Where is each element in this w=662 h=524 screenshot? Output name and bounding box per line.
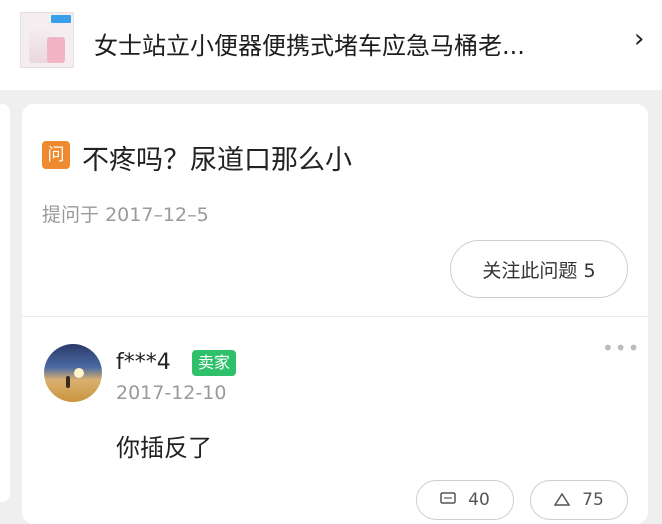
answer-username[interactable]: f***4 — [116, 350, 171, 375]
question-icon: 问 — [42, 141, 70, 169]
like-button[interactable]: 75 — [530, 480, 628, 520]
question-card: 问 不疼吗？尿道口那么小 提问于 2017–12–5 关注此问题 5 f***4… — [22, 104, 648, 524]
answer-date: 2017-12-10 — [116, 382, 227, 404]
product-header[interactable]: 女士站立小便器便携式堵车应急马桶老... › — [0, 0, 662, 90]
avatar[interactable] — [44, 344, 102, 402]
like-count: 75 — [582, 490, 604, 510]
divider — [22, 316, 648, 317]
chevron-right-icon[interactable]: › — [634, 26, 644, 52]
asked-meta: 提问于 2017–12–5 — [42, 200, 209, 227]
comment-icon — [440, 491, 456, 510]
thumbs-up-icon — [553, 491, 571, 510]
comment-count: 40 — [468, 490, 490, 510]
previous-card-edge — [0, 104, 10, 502]
answer-text: 你插反了 — [116, 434, 212, 462]
follow-question-button[interactable]: 关注此问题 5 — [450, 240, 628, 298]
seller-badge: 卖家 — [192, 350, 236, 376]
product-title[interactable]: 女士站立小便器便携式堵车应急马桶老... — [94, 26, 525, 61]
more-options-icon[interactable]: ••• — [602, 336, 640, 360]
comment-button[interactable]: 40 — [416, 480, 514, 520]
question-text: 不疼吗？尿道口那么小 — [82, 145, 352, 176]
product-thumbnail[interactable] — [20, 12, 74, 68]
asked-date: 2017–12–5 — [105, 204, 209, 226]
avatar-sun — [74, 368, 84, 378]
product-badge — [51, 15, 71, 23]
asked-prefix: 提问于 — [42, 204, 100, 226]
avatar-person — [66, 376, 70, 388]
product-device — [47, 37, 65, 63]
